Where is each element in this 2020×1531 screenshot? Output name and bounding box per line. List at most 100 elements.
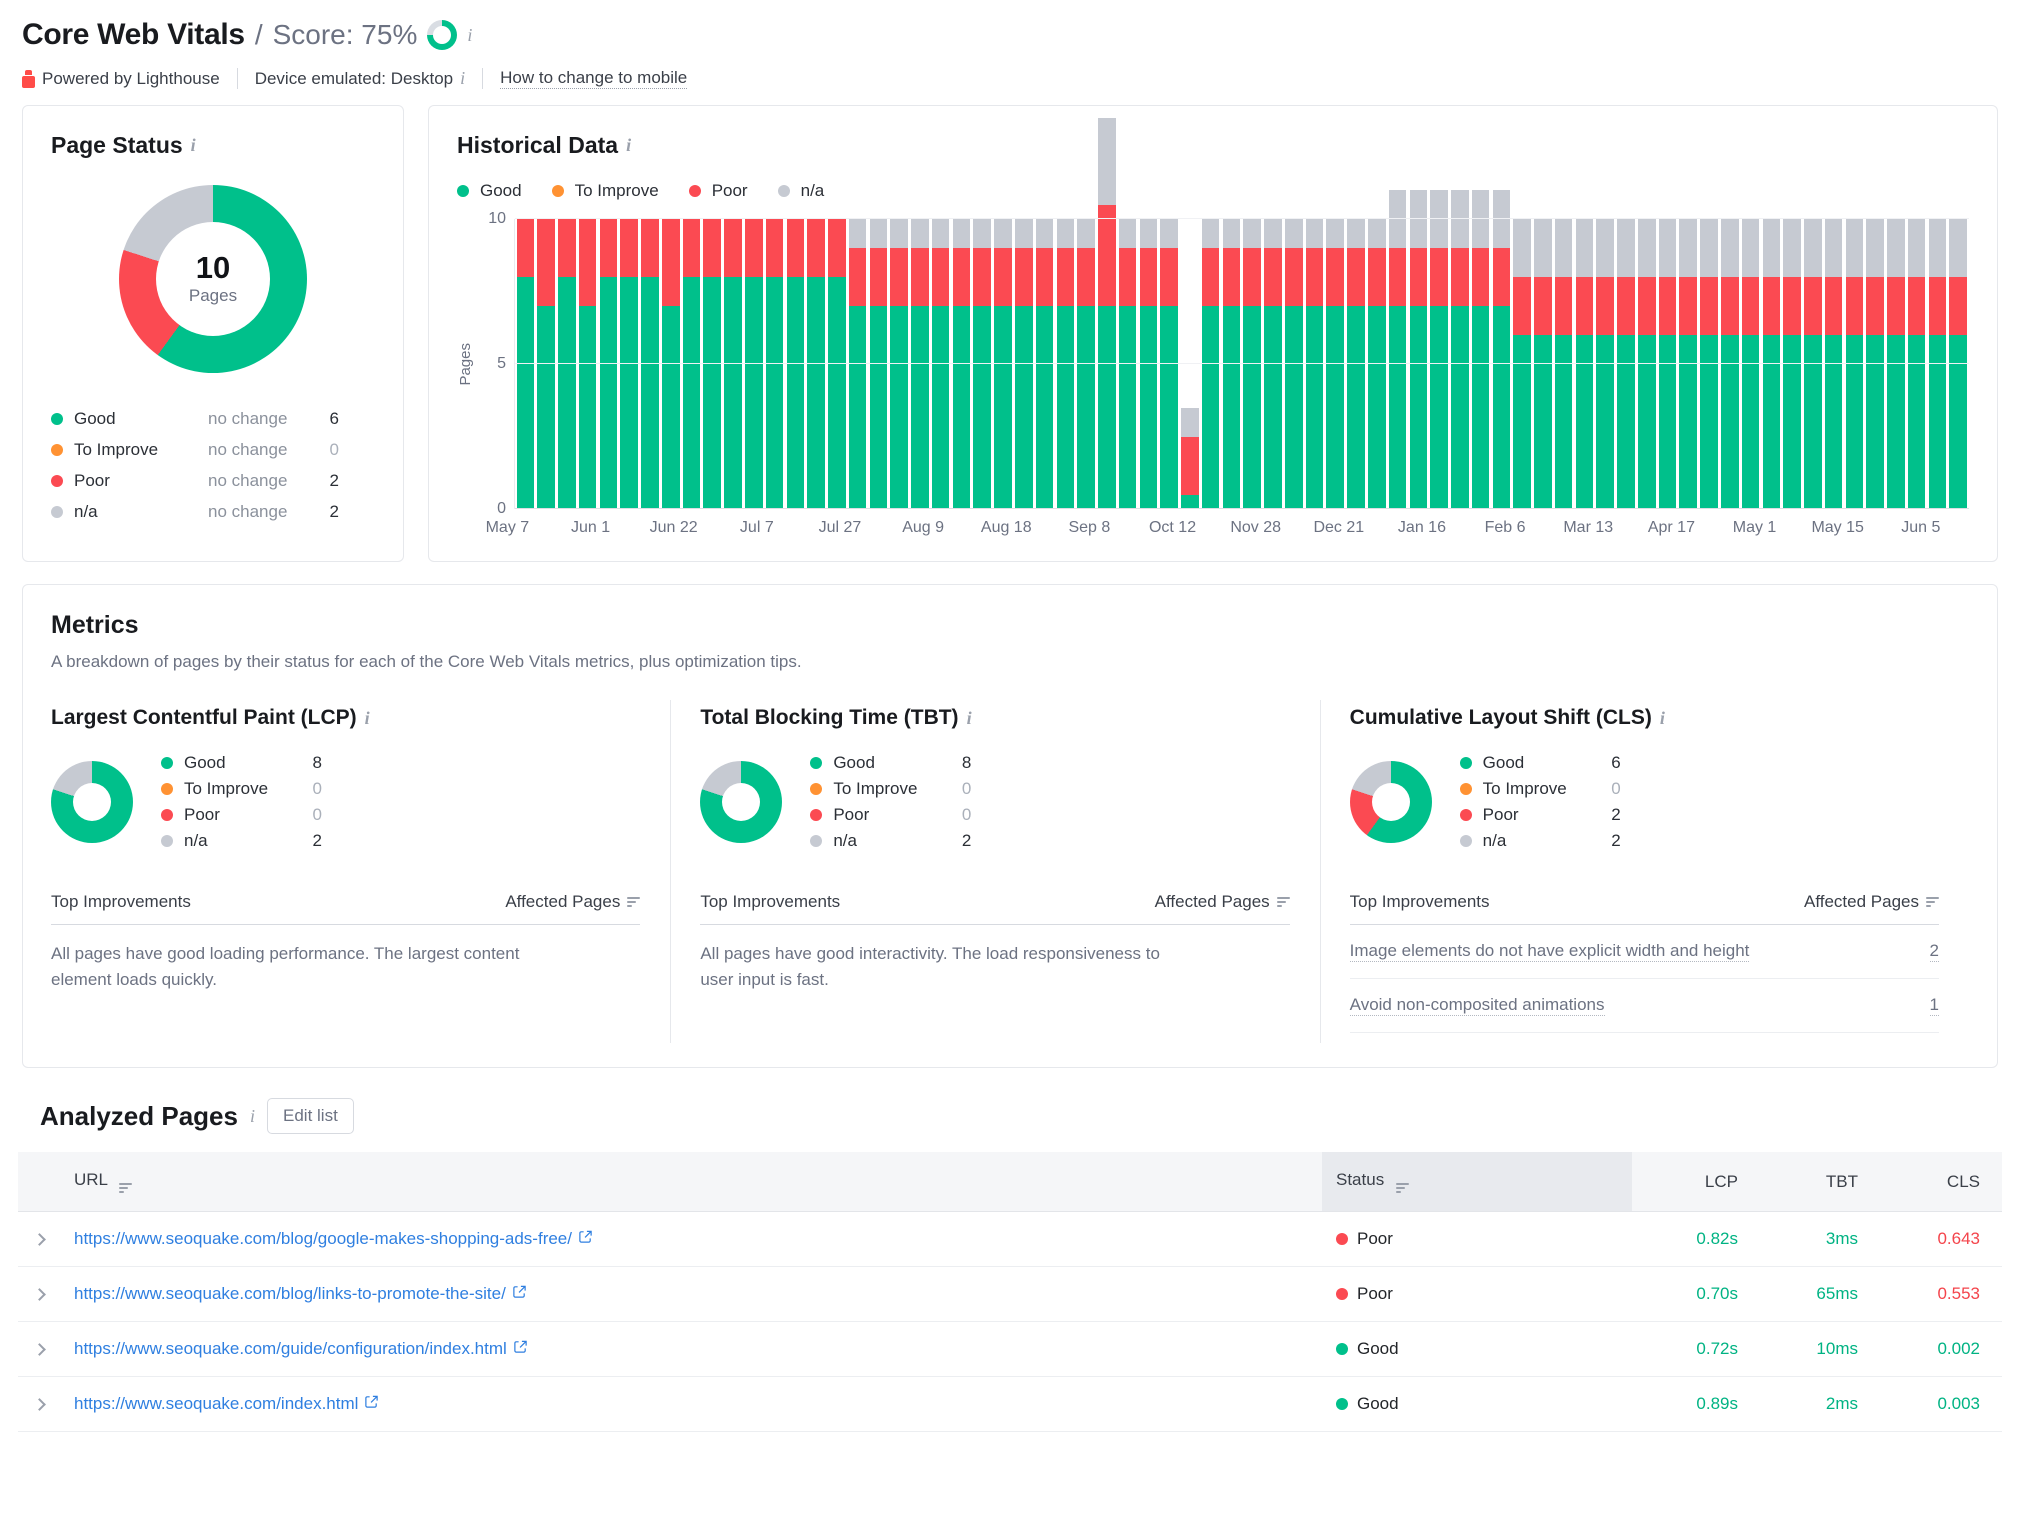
chart-bar[interactable] [869, 219, 888, 509]
chart-bar[interactable] [745, 219, 763, 509]
chart-bar[interactable] [1284, 219, 1303, 509]
expand-row-button[interactable] [18, 1321, 60, 1377]
chart-bar[interactable] [1575, 219, 1594, 509]
chart-bar[interactable] [1762, 219, 1781, 509]
status-column-header[interactable]: Status [1322, 1152, 1632, 1212]
page-url-link[interactable]: https://www.seoquake.com/blog/google-mak… [74, 1229, 572, 1248]
lcp-column-header[interactable]: LCP [1632, 1152, 1752, 1212]
chart-bar[interactable] [890, 219, 908, 509]
chart-bar[interactable] [537, 219, 555, 509]
chart-bar[interactable] [1388, 190, 1407, 509]
chart-bar[interactable] [1451, 190, 1469, 509]
chart-bar[interactable] [682, 219, 701, 509]
page-url-link[interactable]: https://www.seoquake.com/blog/links-to-p… [74, 1284, 506, 1303]
chart-bar[interactable] [1367, 219, 1386, 509]
chart-bar[interactable] [1471, 190, 1490, 509]
chart-bar[interactable] [703, 219, 722, 509]
chart-bar[interactable] [1907, 219, 1926, 509]
chart-bar[interactable] [952, 219, 971, 509]
chart-bar[interactable] [1596, 219, 1614, 509]
chart-bar[interactable] [1700, 219, 1718, 509]
chart-bar[interactable] [1534, 219, 1552, 509]
page-url-link[interactable]: https://www.seoquake.com/index.html [74, 1394, 358, 1413]
url-column-header[interactable]: URL [60, 1152, 1322, 1212]
chart-bar[interactable] [994, 219, 1012, 509]
chart-bar[interactable] [661, 219, 680, 509]
external-link-icon[interactable] [513, 1339, 528, 1359]
chart-bar[interactable] [1118, 219, 1137, 509]
metric-info-icon[interactable]: i [365, 708, 370, 729]
chart-bar[interactable] [641, 219, 659, 509]
chart-bar[interactable] [786, 219, 805, 509]
expand-row-button[interactable] [18, 1266, 60, 1322]
chart-bar[interactable] [911, 219, 929, 509]
chart-bar[interactable] [848, 219, 867, 509]
affected-pages-header[interactable]: Affected Pages [505, 892, 641, 912]
sort-icon[interactable] [627, 897, 641, 907]
chart-bar[interactable] [1098, 117, 1116, 509]
chart-bar[interactable] [1866, 219, 1884, 509]
chart-bar[interactable] [1222, 219, 1241, 509]
chart-bar[interactable] [578, 219, 597, 509]
chart-bar[interactable] [765, 219, 784, 509]
chart-bar[interactable] [1513, 219, 1531, 509]
chart-bar[interactable] [1721, 219, 1739, 509]
chart-bar[interactable] [828, 219, 846, 509]
chart-bar[interactable] [1430, 190, 1448, 509]
chart-bar[interactable] [1139, 219, 1158, 509]
metric-info-icon[interactable]: i [967, 708, 972, 729]
table-row[interactable]: https://www.seoquake.com/blog/google-mak… [18, 1211, 2002, 1267]
how-to-change-link[interactable]: How to change to mobile [500, 68, 688, 89]
chart-bar[interactable] [1658, 219, 1677, 509]
tbt-column-header[interactable]: TBT [1752, 1152, 1872, 1212]
table-row[interactable]: https://www.seoquake.com/guide/configura… [18, 1321, 2002, 1377]
chart-bar[interactable] [1554, 219, 1573, 509]
external-link-icon[interactable] [578, 1229, 593, 1249]
sort-icon[interactable] [1395, 1183, 1409, 1193]
sort-icon[interactable] [1925, 897, 1939, 907]
chart-bar[interactable] [1243, 219, 1261, 509]
table-row[interactable]: https://www.seoquake.com/index.html Good 0… [18, 1376, 2002, 1432]
chart-bar[interactable] [1928, 219, 1947, 509]
chart-bar[interactable] [558, 219, 576, 509]
chart-bar[interactable] [1326, 219, 1345, 509]
metric-info-icon[interactable]: i [1660, 708, 1665, 729]
chart-bar[interactable] [1492, 190, 1511, 509]
chart-bar[interactable] [1741, 219, 1760, 509]
chart-bar[interactable] [1264, 219, 1282, 509]
chart-bar[interactable] [1637, 219, 1656, 509]
chart-bar[interactable] [807, 219, 825, 509]
chart-bar[interactable] [1305, 219, 1324, 509]
historical-info-icon[interactable]: i [626, 135, 631, 156]
chart-bar[interactable] [724, 219, 742, 509]
chart-bar[interactable] [1783, 219, 1801, 509]
chart-bar[interactable] [1804, 219, 1822, 509]
chart-bar[interactable] [1887, 219, 1905, 509]
chart-bar[interactable] [1949, 219, 1967, 509]
table-row[interactable]: https://www.seoquake.com/blog/links-to-p… [18, 1266, 2002, 1322]
sort-icon[interactable] [119, 1183, 133, 1193]
chart-bar[interactable] [1035, 219, 1054, 509]
chart-bar[interactable] [516, 219, 535, 509]
score-info-icon[interactable]: i [467, 25, 472, 46]
sort-icon[interactable] [1276, 897, 1290, 907]
cls-column-header[interactable]: CLS [1872, 1152, 2002, 1212]
chart-bar[interactable] [1056, 219, 1075, 509]
edit-list-button[interactable]: Edit list [267, 1098, 354, 1134]
improvement-link[interactable]: Image elements do not have explicit widt… [1349, 941, 1750, 962]
chart-bar[interactable] [1160, 219, 1178, 509]
chart-bar[interactable] [1679, 219, 1698, 509]
device-info-icon[interactable]: i [460, 68, 465, 89]
chart-bar[interactable] [1077, 219, 1095, 509]
page-status-info-icon[interactable]: i [191, 135, 196, 156]
expand-row-button[interactable] [18, 1376, 60, 1432]
external-link-icon[interactable] [364, 1394, 379, 1414]
analyzed-pages-info-icon[interactable]: i [250, 1106, 255, 1127]
external-link-icon[interactable] [512, 1284, 527, 1304]
page-url-link[interactable]: https://www.seoquake.com/guide/configura… [74, 1339, 507, 1358]
chart-bar[interactable] [1201, 219, 1220, 509]
chart-bar[interactable] [1181, 407, 1199, 509]
expand-row-button[interactable] [18, 1211, 60, 1267]
chart-bar[interactable] [620, 219, 638, 509]
chart-bar[interactable] [1845, 219, 1864, 509]
